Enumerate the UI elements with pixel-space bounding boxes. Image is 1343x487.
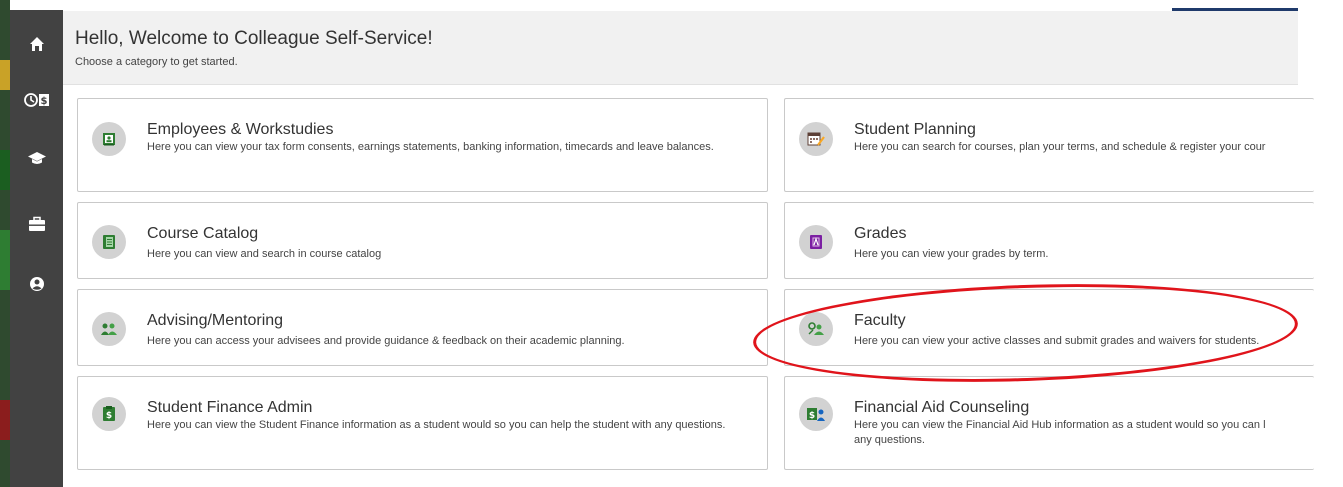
card-description: Here you can view your active classes an… (854, 335, 1260, 347)
grade-report-icon (810, 235, 822, 249)
card-description: Here you can view the Financial Aid Hub … (854, 419, 1266, 431)
graduation-cap-icon (27, 152, 46, 164)
category-card-course-catalog[interactable]: Course Catalog Here you can view and sea… (77, 202, 768, 279)
card-icon-badge (799, 312, 833, 346)
finance-icon: $ (23, 93, 49, 107)
svg-text:$: $ (809, 411, 815, 421)
background-window-strip (0, 0, 10, 487)
employee-id-icon (103, 133, 115, 146)
category-card-advising[interactable]: Advising/Mentoring Here you can access y… (77, 289, 768, 366)
page-subtitle: Choose a category to get started. (75, 56, 238, 68)
svg-text:$: $ (40, 96, 47, 107)
faculty-instructor-icon (808, 322, 824, 335)
card-title: Financial Aid Counseling (854, 399, 1030, 416)
card-title: Employees & Workstudies (147, 121, 334, 138)
card-icon-badge: $ (92, 397, 126, 431)
card-icon-badge: $ (799, 397, 833, 431)
card-icon-badge (92, 122, 126, 156)
card-title: Grades (854, 225, 907, 242)
category-card-student-finance-admin[interactable]: $ Student Finance Admin Here you can vie… (77, 376, 768, 470)
card-description-line2: any questions. (854, 434, 925, 446)
people-group-icon (101, 323, 117, 335)
financial-aid-icon: $ (807, 408, 825, 421)
card-description: Here you can access your advisees and pr… (147, 335, 625, 347)
svg-text:$: $ (106, 411, 112, 421)
category-card-student-planning[interactable]: Student Planning Here you can search for… (784, 98, 1314, 192)
card-description: Here you can search for courses, plan yo… (854, 141, 1266, 153)
card-icon-badge (799, 122, 833, 156)
book-icon (103, 235, 115, 249)
category-card-faculty[interactable]: Faculty Here you can view your active cl… (784, 289, 1314, 366)
sidebar-item-employment[interactable] (10, 204, 63, 244)
card-description: Here you can view your tax form consents… (147, 141, 714, 153)
page-header: Hello, Welcome to Colleague Self-Service… (63, 11, 1298, 85)
card-title: Advising/Mentoring (147, 312, 284, 329)
card-icon-badge (92, 225, 126, 259)
card-icon-badge (92, 312, 126, 346)
card-title: Faculty (854, 312, 906, 329)
card-title: Student Finance Admin (147, 399, 313, 416)
finance-document-icon: $ (103, 406, 115, 421)
category-card-grades[interactable]: Grades Here you can view your grades by … (784, 202, 1314, 279)
page-title: Hello, Welcome to Colleague Self-Service… (75, 28, 433, 49)
sidebar-nav: $ (10, 10, 63, 487)
home-icon (29, 37, 44, 51)
user-circle-icon (29, 277, 44, 291)
card-icon-badge (799, 225, 833, 259)
sidebar-item-home[interactable] (10, 24, 63, 64)
sidebar-item-user-profile[interactable] (10, 264, 63, 304)
card-title: Course Catalog (147, 225, 259, 242)
card-description: Here you can view your grades by term. (854, 248, 1049, 260)
sidebar-item-academics[interactable] (10, 138, 63, 178)
calendar-edit-icon (807, 132, 825, 146)
card-description: Here you can view and search in course c… (147, 248, 382, 260)
category-card-financial-aid-counseling[interactable]: $ Financial Aid Counseling Here you can … (784, 376, 1314, 470)
card-description: Here you can view the Student Finance in… (147, 419, 726, 431)
category-card-employees[interactable]: Employees & Workstudies Here you can vie… (77, 98, 768, 192)
card-title: Student Planning (854, 121, 976, 138)
briefcase-icon (28, 216, 45, 231)
sidebar-item-finance[interactable]: $ (10, 80, 63, 120)
